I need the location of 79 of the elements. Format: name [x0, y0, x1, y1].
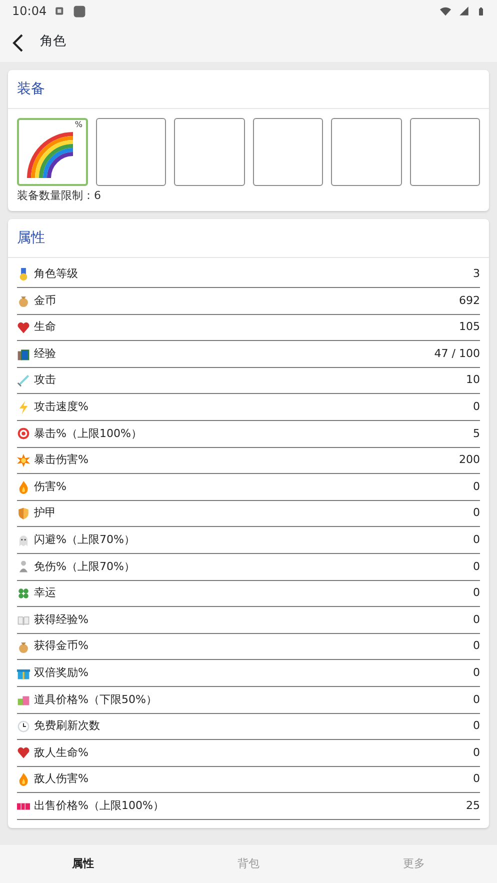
attribute-label: 出售价格%（上限100%）: [34, 798, 165, 814]
clover-icon: [17, 586, 30, 600]
heart-icon: [17, 320, 30, 334]
attribute-value: 0: [473, 664, 480, 681]
clock-icon: [17, 720, 30, 733]
shield-icon: [17, 507, 30, 520]
target-icon: [17, 427, 30, 440]
equipment-slot[interactable]: [252, 118, 323, 186]
attribute-value: 105: [459, 319, 480, 336]
attribute-label: 获得经验%: [34, 612, 90, 628]
notification-icon: [54, 6, 65, 16]
equipment-limit-label: 装备数量限制：6: [16, 188, 102, 204]
money-bag-icon: [17, 640, 30, 654]
money-bag-icon: [17, 294, 30, 308]
attribute-label: 敌人伤害%: [34, 771, 90, 788]
attribute-label: 伤害%: [34, 478, 68, 495]
attribute-label: 角色等级: [34, 266, 79, 282]
attribute-label: 道具价格%（下限50%）: [34, 692, 158, 708]
attribute-value: 5: [473, 426, 480, 442]
books-icon: [17, 348, 30, 361]
equipment-slot[interactable]: [331, 118, 402, 186]
attribute-label: 敌人生命%: [34, 744, 90, 761]
book-icon: [17, 614, 30, 627]
attribute-value: 0: [473, 532, 480, 548]
attribute-value: 0: [473, 718, 480, 734]
attribute-value: 0: [473, 638, 480, 654]
attribute-value: 200: [459, 452, 480, 468]
flame-icon: [17, 773, 30, 786]
attribute-label: 双倍奖励%: [34, 664, 90, 681]
attribute-label: 护甲: [34, 505, 57, 522]
attribute-value: 692: [459, 292, 480, 309]
attribute-value: 0: [473, 612, 480, 628]
attribute-value: 47 / 100: [434, 346, 480, 362]
equipment-slot[interactable]: [96, 118, 166, 186]
section-title: 装备: [8, 70, 489, 109]
sword-icon: [17, 374, 30, 388]
percent-label: %: [74, 120, 82, 130]
attribute-value: 3: [473, 266, 480, 282]
wifi-icon: [440, 6, 451, 16]
equipment-slot[interactable]: %: [17, 118, 88, 186]
lightning-icon: [17, 400, 30, 414]
attribute-label: 免费刷新次数: [34, 718, 101, 734]
nav-tab[interactable]: 属性: [0, 845, 166, 883]
attribute-label: 闪避%（上限70%）: [34, 532, 136, 548]
attribute-label: 金币: [34, 292, 57, 309]
app-icon: [72, 4, 86, 18]
ghost-icon: [17, 534, 30, 547]
attribute-value: 10: [466, 372, 480, 388]
attribute-label: 生命: [34, 319, 57, 336]
equipment-slot[interactable]: [174, 118, 244, 186]
signal-icon: [459, 6, 469, 16]
section-title: 属性: [8, 218, 489, 258]
attribute-label: 暴击伤害%: [34, 452, 90, 468]
gift-icon: [17, 666, 30, 680]
flame-icon: [17, 480, 30, 494]
attribute-value: 0: [473, 505, 480, 522]
medal-icon: [17, 268, 30, 281]
attribute-value: 0: [473, 558, 480, 575]
attribute-value: 25: [466, 798, 480, 814]
attribute-label: 攻击速度%: [34, 399, 90, 416]
status-time: 10:04: [12, 3, 47, 20]
attribute-value: 0: [473, 692, 480, 708]
page-title: 角色: [40, 33, 66, 52]
attribute-label: 获得金币%: [34, 638, 90, 654]
battery-icon: [477, 4, 485, 18]
attribute-label: 攻击: [34, 372, 57, 388]
attribute-value: 0: [473, 478, 480, 495]
attribute-value: 0: [473, 744, 480, 761]
attribute-value: 0: [473, 585, 480, 602]
figure-icon: [17, 560, 30, 574]
attribute-label: 经验: [34, 346, 57, 362]
attribute-label: 幸运: [34, 585, 57, 602]
attribute-value: 0: [473, 771, 480, 788]
heart-icon: [17, 746, 30, 760]
explosion-icon: [17, 454, 30, 467]
attribute-label: 暴击%（上限100%）: [34, 426, 143, 442]
attribute-value: 0: [473, 399, 480, 416]
equipment-slot[interactable]: [410, 118, 480, 186]
attribute-label: 免伤%（上限70%）: [34, 558, 136, 575]
